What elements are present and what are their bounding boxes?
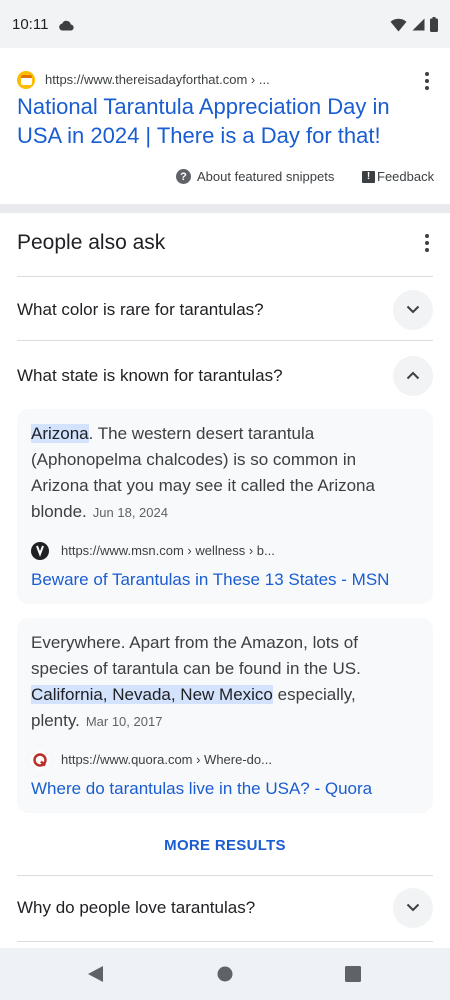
answer-date: Jun 18, 2024 [92, 505, 168, 520]
divider [17, 941, 433, 942]
source-link[interactable]: Beware of Tarantulas in These 13 States … [31, 570, 389, 590]
feedback-button[interactable]: ! Feedback [362, 169, 434, 184]
answer-card: Arizona. The western desert tarantula (A… [17, 409, 433, 604]
source-url[interactable]: https://www.quora.com › Where-do... [61, 752, 272, 767]
result-title-link[interactable]: National Tarantula Appreciation Day in U… [17, 92, 427, 150]
home-icon[interactable] [217, 966, 233, 987]
battery-icon [430, 17, 438, 37]
paa-more-options-icon[interactable] [417, 233, 437, 253]
divider [17, 276, 433, 277]
question-state-known[interactable]: What state is known for tarantulas? [17, 366, 283, 386]
question-rare-color[interactable]: What color is rare for tarantulas? [17, 300, 264, 320]
recents-icon[interactable] [345, 966, 361, 987]
msn-logo-icon [31, 542, 49, 560]
answer-text: Arizona. The western desert tarantula (A… [31, 424, 375, 521]
expand-question-button[interactable] [393, 290, 433, 330]
wifi-icon [390, 18, 407, 37]
site-favicon-icon [17, 71, 35, 89]
answer-highlight: California, Nevada, New Mexico [31, 685, 273, 704]
answer-highlight: Arizona [31, 424, 89, 443]
chevron-down-icon [406, 301, 420, 319]
system-navigation-bar [0, 948, 450, 1000]
section-divider [0, 204, 450, 213]
question-people-love[interactable]: Why do people love tarantulas? [17, 898, 255, 918]
people-also-ask-heading: People also ask [17, 231, 166, 254]
help-icon: ? [176, 169, 191, 184]
feedback-label: Feedback [377, 169, 435, 184]
about-featured-snippets-button[interactable]: ? About featured snippets [176, 169, 334, 184]
status-bar: 10:11 [0, 0, 450, 48]
divider [17, 875, 433, 876]
about-featured-snippets-label: About featured snippets [197, 169, 335, 184]
back-icon[interactable] [87, 965, 104, 988]
expand-question-button[interactable] [393, 888, 433, 928]
chevron-up-icon [406, 367, 420, 385]
quora-logo-icon [31, 751, 49, 769]
answer-date: Mar 10, 2017 [85, 714, 163, 729]
cellular-signal-icon [412, 18, 425, 36]
result-url[interactable]: https://www.thereisadayforthat.com › ... [45, 72, 270, 87]
source-link[interactable]: Where do tarantulas live in the USA? - Q… [31, 779, 372, 799]
result-more-options-icon[interactable] [417, 71, 437, 91]
status-time: 10:11 [12, 16, 49, 33]
collapse-question-button[interactable] [393, 356, 433, 396]
chevron-down-icon [406, 899, 420, 917]
answer-card: Everywhere. Apart from the Amazon, lots … [17, 618, 433, 813]
feedback-icon: ! [362, 170, 375, 183]
divider [17, 340, 433, 341]
source-url[interactable]: https://www.msn.com › wellness › b... [61, 543, 275, 558]
cloud-icon [58, 18, 74, 36]
answer-text: Everywhere. Apart from the Amazon, lots … [31, 633, 361, 730]
more-results-button[interactable]: MORE RESULTS [0, 837, 450, 854]
